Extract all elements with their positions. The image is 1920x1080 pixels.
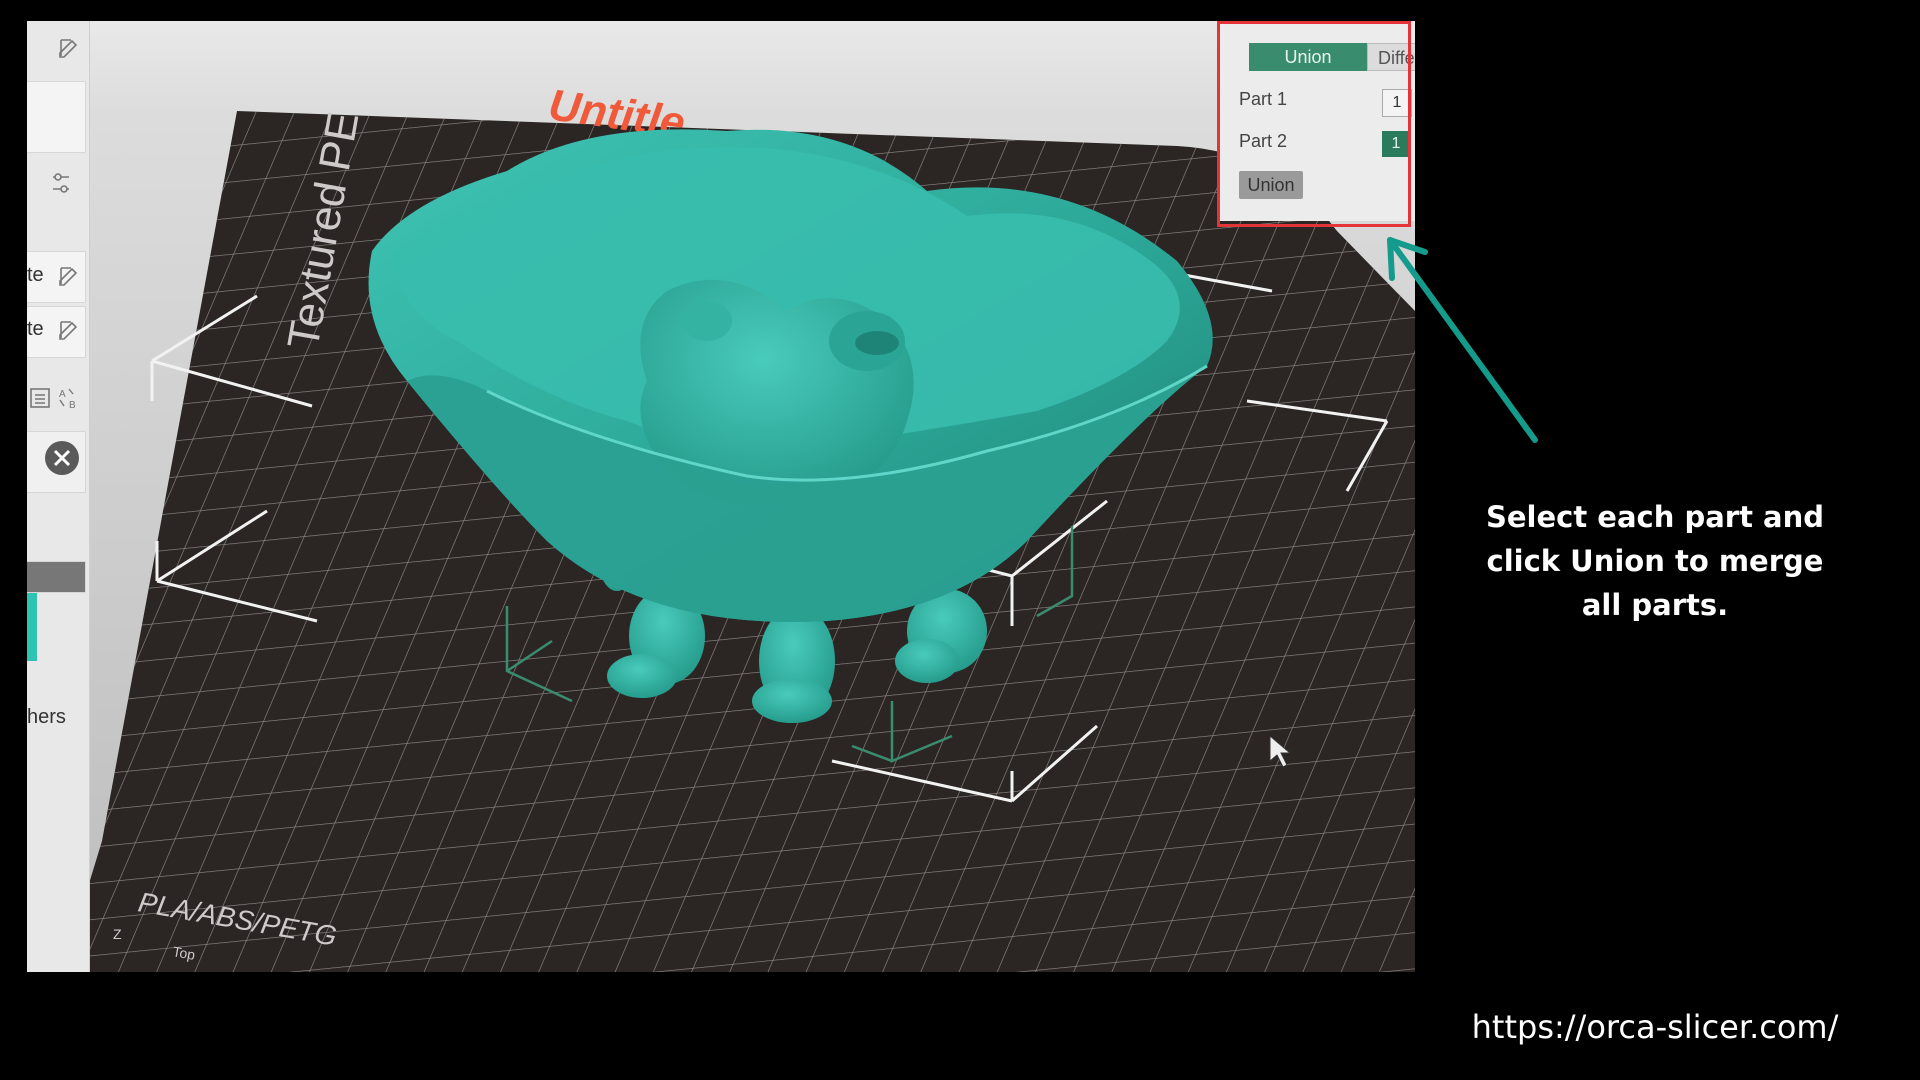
sort-ab-icon[interactable]: AB <box>57 386 81 410</box>
close-circle-icon[interactable] <box>43 439 81 477</box>
axis-label: Z <box>113 926 122 942</box>
edit-icon[interactable] <box>57 318 81 342</box>
settings-sliders-icon[interactable] <box>49 171 73 195</box>
pointer-arrow-icon <box>1387 237 1538 443</box>
frog-eye-left <box>682 301 732 341</box>
3d-viewport[interactable]: Untitle Textured PE PLA/ABS/PETG Z Top <box>27 21 1415 972</box>
sidebar-item-label: te <box>27 264 44 286</box>
edit-icon[interactable] <box>57 264 81 288</box>
left-sidebar: te te AB hers <box>27 21 90 972</box>
panel-highlight-box <box>1217 21 1411 227</box>
edit-icon[interactable] <box>57 36 81 60</box>
sidebar-item-label: hers <box>27 706 66 728</box>
svg-text:B: B <box>69 400 76 410</box>
sidebar-item-label: te <box>27 318 44 340</box>
list-icon[interactable] <box>29 386 53 410</box>
website-url: https://orca-slicer.com/ <box>1471 1008 1839 1046</box>
sidebar-row <box>27 561 86 593</box>
instruction-caption: Select each part and click Union to merg… <box>1485 500 1825 622</box>
screenshot-frame: Untitle Textured PE PLA/ABS/PETG Z Top t… <box>27 21 1415 972</box>
svg-text:A: A <box>59 389 66 400</box>
frog-eye-lid <box>855 331 899 355</box>
sidebar-panel <box>27 81 86 153</box>
